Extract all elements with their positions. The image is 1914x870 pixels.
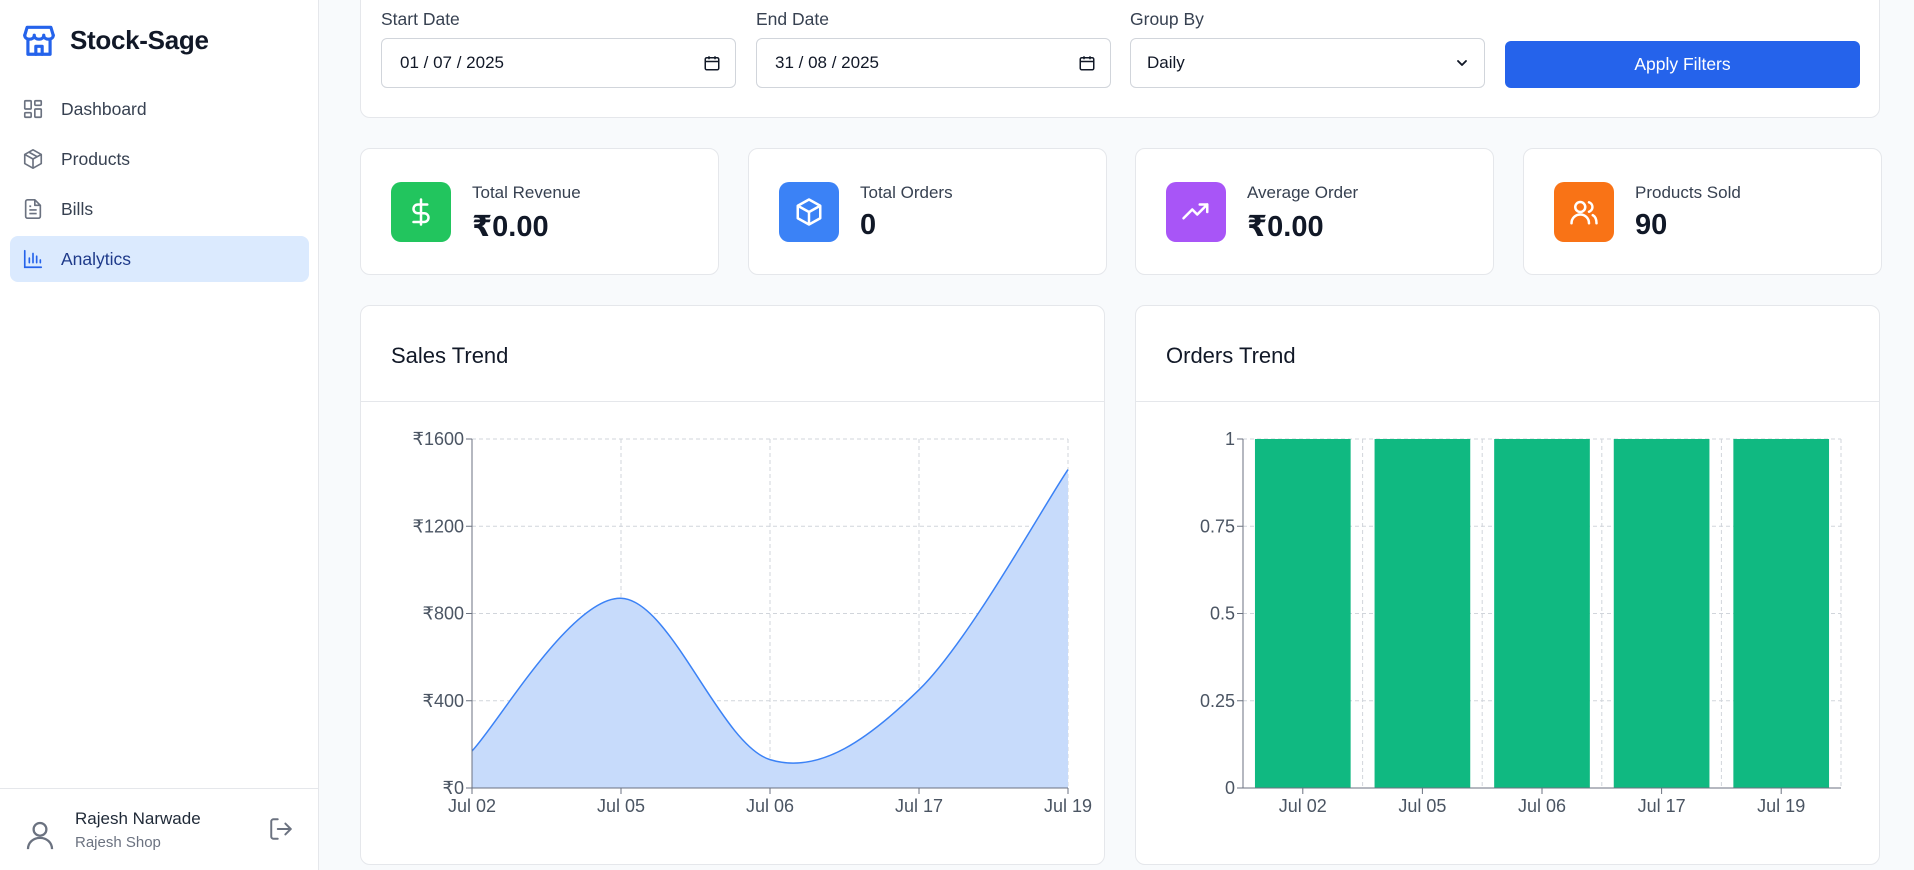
bar [1254, 439, 1351, 788]
y-tick-label: 0.5 [1210, 604, 1235, 624]
sidebar-item-products[interactable]: Products [10, 136, 309, 182]
x-tick-label: Jul 19 [1044, 796, 1092, 816]
stat-card-products-sold: Products Sold 90 [1523, 148, 1882, 275]
sidebar-item-label: Bills [61, 198, 94, 219]
group-by-label: Group By [1130, 9, 1204, 29]
start-date-label: Start Date [381, 9, 460, 29]
x-tick-label: Jul 06 [746, 796, 794, 816]
x-tick-label: Jul 19 [1757, 796, 1805, 816]
sidebar-item-label: Analytics [61, 248, 132, 269]
trending-up-icon [1166, 182, 1226, 242]
sales-trend-card: Sales Trend ₹0 ₹400 ₹800 ₹1200 ₹1600 Jul 02 Ju… [360, 305, 1105, 865]
group-by-field: Group By Daily [1130, 9, 1485, 88]
stat-value: ₹0.00 [1247, 211, 1324, 243]
x-tick-label: Jul 02 [448, 796, 496, 816]
sidebar: Stock-Sage Dashboard Products Bills Anal… [0, 0, 319, 870]
end-date-label: End Date [756, 9, 829, 29]
filter-panel: Start Date 01 / 07 / 2025 End Date 31 / … [360, 0, 1880, 118]
x-tick-label: Jul 06 [1518, 796, 1566, 816]
chart-title: Orders Trend [1166, 343, 1296, 368]
brand-name: Stock-Sage [70, 24, 209, 55]
y-tick-label: ₹1200 [413, 516, 465, 536]
y-tick-label: ₹800 [423, 604, 464, 624]
group-by-select[interactable]: Daily [1130, 38, 1485, 88]
logout-icon [270, 818, 292, 840]
x-tick-label: Jul 02 [1279, 796, 1327, 816]
stat-card-total-orders: Total Orders 0 [748, 148, 1107, 275]
box-icon [779, 182, 839, 242]
bar [1374, 439, 1471, 788]
x-tick-label: Jul 17 [1638, 796, 1686, 816]
dashboard-icon [21, 97, 45, 121]
x-tick-label: Jul 05 [1398, 796, 1446, 816]
store-icon [20, 20, 58, 60]
dollar-icon [391, 182, 451, 242]
end-date-value: 31 / 08 / 2025 [775, 53, 879, 72]
stat-card-average-order: Average Order ₹0.00 [1135, 148, 1494, 275]
stat-label: Total Revenue [472, 183, 581, 202]
user-shop: Rajesh Shop [75, 834, 161, 851]
bar-chart-icon [21, 247, 45, 271]
stat-card-total-revenue: Total Revenue ₹0.00 [360, 148, 719, 275]
y-tick-label: 0 [1225, 778, 1235, 798]
start-date-input[interactable]: 01 / 07 / 2025 [381, 38, 736, 88]
y-tick-label: ₹400 [423, 691, 464, 711]
calendar-icon [1079, 56, 1095, 71]
chart-title: Sales Trend [391, 343, 509, 368]
calendar-icon [704, 56, 720, 71]
logout-button[interactable] [266, 814, 296, 844]
y-tick-label: ₹1600 [413, 429, 465, 449]
user-name: Rajesh Narwade [75, 809, 201, 828]
stat-value: 90 [1635, 209, 1668, 241]
y-tick-label: ₹0 [443, 778, 464, 798]
brand[interactable]: Stock-Sage [20, 20, 209, 60]
start-date-value: 01 / 07 / 2025 [400, 53, 504, 72]
sidebar-item-analytics[interactable]: Analytics [10, 236, 309, 282]
stat-label: Average Order [1247, 183, 1359, 202]
start-date-field: Start Date 01 / 07 / 2025 [381, 9, 736, 88]
end-date-field: End Date 31 / 08 / 2025 [756, 9, 1111, 88]
sidebar-item-label: Products [61, 148, 131, 169]
users-icon [1554, 182, 1614, 242]
apply-filters-button[interactable]: Apply Filters [1505, 41, 1860, 88]
user-icon [22, 815, 58, 855]
x-tick-label: Jul 05 [597, 796, 645, 816]
stat-label: Total Orders [860, 183, 953, 202]
chevron-down-icon [1457, 60, 1467, 66]
end-date-input[interactable]: 31 / 08 / 2025 [756, 38, 1111, 88]
stat-value: 0 [860, 209, 877, 241]
file-icon [21, 197, 45, 221]
orders-trend-card: Orders Trend 0 0.25 0.5 0.75 1 Jul 02 Jul 05 Ju… [1135, 305, 1880, 865]
user-profile: Rajesh Narwade Rajesh Shop [0, 788, 319, 870]
y-tick-label: 1 [1225, 429, 1235, 449]
sidebar-nav: Dashboard Products Bills Analytics [10, 86, 309, 286]
stat-value: ₹0.00 [472, 211, 549, 243]
sidebar-item-dashboard[interactable]: Dashboard [10, 86, 309, 132]
bar [1494, 439, 1590, 788]
group-by-value: Daily [1147, 53, 1185, 72]
y-tick-label: 0.25 [1200, 691, 1235, 711]
sidebar-item-label: Dashboard [61, 98, 147, 119]
y-tick-label: 0.75 [1200, 516, 1235, 536]
orders-trend-chart: 0 0.25 0.5 0.75 1 Jul 02 Jul 05 Jul 06 Jul 17 Jul… [1200, 429, 1842, 816]
sales-trend-chart: ₹0 ₹400 ₹800 ₹1200 ₹1600 Jul 02 Jul 05 Jul 06 Ju… [413, 429, 1093, 816]
sidebar-item-bills[interactable]: Bills [10, 186, 309, 232]
package-icon [21, 147, 45, 171]
x-tick-label: Jul 17 [895, 796, 943, 816]
bar [1613, 439, 1710, 788]
stat-label: Products Sold [1635, 183, 1741, 202]
bar [1733, 439, 1830, 788]
